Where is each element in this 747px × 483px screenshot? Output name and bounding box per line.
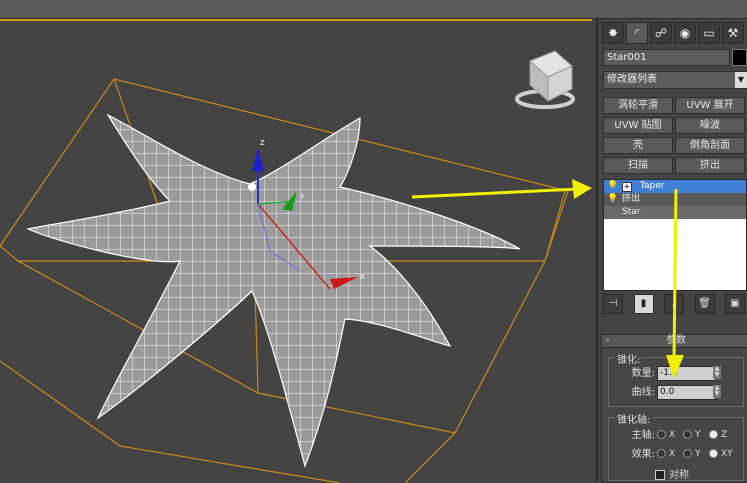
radio-dot-icon	[657, 430, 666, 439]
object-color-swatch[interactable]	[732, 49, 747, 66]
extrude-button[interactable]: 挤出	[675, 157, 745, 174]
effect-axis-row: 效果: X Y XY	[609, 447, 743, 462]
remove-modifier-icon[interactable]: 🗑	[694, 294, 715, 314]
main-toolbar-strip	[0, 0, 747, 19]
spinner-arrows-icon[interactable]: ▲ ▼	[713, 385, 721, 398]
radio-dot-icon	[657, 449, 666, 458]
radio-label: XY	[721, 449, 733, 459]
lightbulb-icon[interactable]: 💡	[607, 180, 618, 193]
modifier-button-grid: 涡轮平滑 UVW 展开 UVW 贴图 噪波 壳 倒角剖面 扫描 挤出	[603, 97, 745, 174]
modifier-list-dropdown[interactable]: 修改器列表 ▼	[603, 71, 747, 89]
stack-item-label: Taper	[640, 181, 665, 191]
command-panel: ✸ ◜ ☍ ◉ ▭ ⚒ Star001 修改器列表 ▼ 涡轮平滑 UVW 展开 …	[596, 19, 747, 483]
perspective-viewport[interactable]: Z Y X	[0, 19, 592, 483]
primary-axis-row: 主轴: X Y Z	[609, 428, 743, 443]
pin-stack-icon[interactable]: ⊣	[603, 294, 623, 314]
curve-row: 曲线: 0.0 ▲ ▼	[609, 385, 743, 400]
display-icon[interactable]: ▭	[698, 22, 720, 44]
amount-label: 数量:	[631, 368, 655, 379]
modify-icon[interactable]: ◜	[626, 22, 648, 44]
create-icon[interactable]: ✸	[602, 22, 624, 44]
sweep-button[interactable]: 扫描	[603, 157, 673, 174]
radio-label: Y	[695, 449, 701, 459]
taper-axis-group-title: 锥化轴:	[615, 411, 653, 426]
primary-y-radio[interactable]: Y	[683, 428, 701, 443]
spinner-arrows-icon[interactable]: ▲ ▼	[713, 366, 721, 379]
configure-sets-icon[interactable]: ▣	[725, 294, 745, 314]
radio-label: X	[669, 430, 676, 440]
collapse-minus-icon[interactable]: -	[606, 335, 610, 347]
radio-dot-icon	[709, 430, 718, 439]
show-end-result-icon[interactable]: ▮	[633, 294, 654, 314]
utilities-icon[interactable]: ⚒	[722, 22, 744, 44]
radio-dot-icon	[683, 449, 692, 458]
taper-group-title: 锥化:	[615, 351, 643, 366]
radio-dot-icon	[709, 449, 718, 458]
taper-axis-group: 锥化轴: 主轴: X Y Z 效果: X Y XY 对称	[608, 411, 744, 481]
symmetry-label: 对称	[669, 470, 689, 481]
symmetry-checkbox[interactable]: 对称	[655, 466, 689, 481]
annotation-arrows	[411, 179, 592, 199]
gizmo-x-label: X	[360, 273, 365, 281]
shell-button[interactable]: 壳	[603, 137, 673, 154]
effect-y-radio[interactable]: Y	[683, 447, 701, 462]
expand-plus-icon[interactable]: +	[622, 182, 632, 192]
effect-xy-radio[interactable]: XY	[709, 447, 733, 462]
radio-label: Z	[721, 430, 728, 440]
uvw-map-button[interactable]: UVW 贴图	[603, 117, 673, 134]
effect-x-radio[interactable]: X	[657, 447, 675, 462]
checkbox-box-icon	[655, 470, 665, 480]
radio-label: Y	[695, 430, 701, 440]
lightbulb-icon[interactable]: 💡	[607, 193, 618, 206]
viewport-scene: Z Y X	[0, 50, 592, 483]
uvw-unwrap-button[interactable]: UVW 展开	[675, 97, 745, 114]
modifier-list-label: 修改器列表	[607, 74, 657, 85]
motion-icon[interactable]: ◉	[674, 22, 696, 44]
radio-label: X	[669, 449, 676, 459]
curve-spinner[interactable]: 0.0	[657, 385, 716, 400]
curve-label: 曲线:	[631, 387, 655, 398]
stack-item-label: 挤出	[622, 194, 641, 204]
command-panel-tabs: ✸ ◜ ☍ ◉ ▭ ⚒	[602, 22, 744, 44]
annotation-arrow-down	[666, 189, 684, 379]
hierarchy-icon[interactable]: ☍	[650, 22, 672, 44]
primary-axis-label: 主轴:	[631, 430, 655, 441]
radio-dot-icon	[683, 430, 692, 439]
star-mesh[interactable]	[26, 113, 521, 468]
chevron-down-icon[interactable]: ▼	[735, 72, 747, 88]
turbosmooth-button[interactable]: 涡轮平滑	[603, 97, 673, 114]
bevel-profile-button[interactable]: 倒角剖面	[675, 137, 745, 154]
gizmo-z-label: Z	[260, 139, 265, 147]
noise-button[interactable]: 噪波	[675, 117, 745, 134]
object-name-field[interactable]: Star001	[603, 49, 730, 66]
primary-z-radio[interactable]: Z	[709, 428, 727, 443]
effect-label: 效果:	[631, 449, 655, 460]
primary-x-radio[interactable]: X	[657, 428, 675, 443]
stack-item-label: Star	[622, 207, 641, 217]
gizmo-y-label: Y	[299, 193, 305, 201]
view-cube-icon[interactable]	[515, 50, 575, 109]
